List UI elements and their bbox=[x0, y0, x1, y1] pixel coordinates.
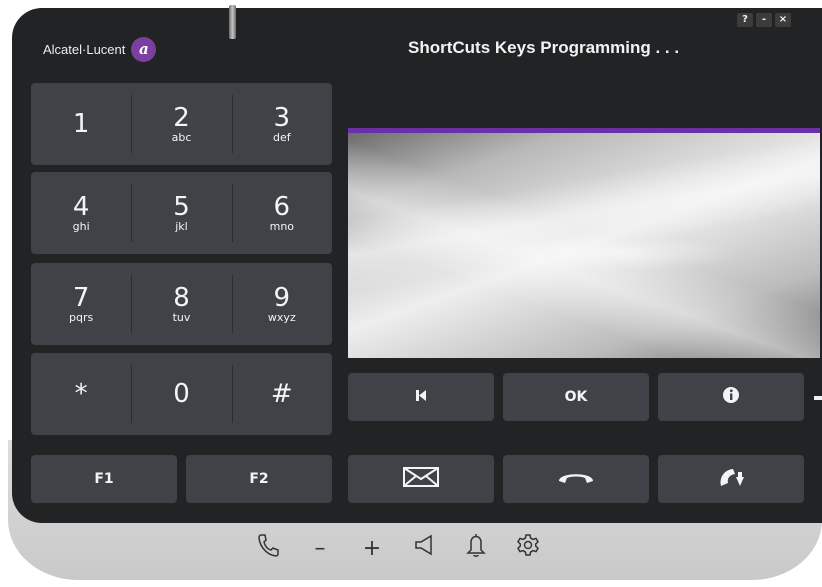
speaker-icon bbox=[414, 534, 434, 562]
volume-down-button[interactable]: – bbox=[294, 533, 346, 563]
key-letters: ghi bbox=[72, 219, 90, 233]
key-digit: 4 bbox=[72, 191, 90, 222]
key-8[interactable]: 8 tuv bbox=[131, 263, 231, 345]
display-screen bbox=[348, 128, 820, 358]
key-digit: 5 bbox=[173, 191, 190, 222]
info-icon bbox=[722, 386, 740, 408]
handset-button[interactable] bbox=[242, 533, 294, 563]
key-0[interactable]: 0 bbox=[131, 353, 231, 435]
brand-name: Alcatel·Lucent bbox=[43, 41, 126, 57]
f1-button[interactable]: F1 bbox=[31, 455, 177, 503]
key-digit: 1 bbox=[72, 108, 90, 139]
window-title: ShortCuts Keys Programming . . . bbox=[408, 38, 680, 57]
minimize-button[interactable]: - bbox=[756, 13, 772, 27]
keypad-row-4: * 0 # bbox=[31, 353, 332, 435]
settings-button[interactable] bbox=[502, 533, 554, 563]
keypad-row-2: 4 ghi 5 jkl 6 mno bbox=[31, 172, 332, 254]
key-3[interactable]: 3 def bbox=[231, 83, 332, 165]
key-letters: tuv bbox=[172, 310, 191, 324]
info-button[interactable] bbox=[658, 373, 804, 421]
key-digit: 8 bbox=[173, 282, 190, 313]
key-digit: * bbox=[74, 378, 88, 409]
key-digit: 9 bbox=[273, 282, 291, 313]
redial-button[interactable] bbox=[658, 455, 804, 503]
ok-button[interactable]: OK bbox=[503, 373, 649, 421]
bell-icon bbox=[466, 532, 486, 564]
phone-device: Alcatel·Lucent a ShortCuts Keys Programm… bbox=[0, 0, 822, 587]
antenna bbox=[229, 5, 236, 39]
brand-logo: Alcatel·Lucent a bbox=[43, 36, 157, 62]
ringer-button[interactable] bbox=[450, 533, 502, 563]
settings-icon bbox=[516, 533, 540, 563]
key-letters: wxyz bbox=[267, 310, 296, 324]
envelope-icon bbox=[403, 467, 439, 491]
key-star[interactable]: * bbox=[31, 353, 131, 435]
key-digit: 7 bbox=[72, 282, 90, 313]
volume-up-button[interactable]: + bbox=[346, 533, 398, 563]
key-6[interactable]: 6 mno bbox=[231, 172, 332, 254]
skip-back-icon bbox=[415, 389, 427, 406]
handset-icon bbox=[257, 533, 279, 563]
f2-button[interactable]: F2 bbox=[186, 455, 332, 503]
key-2[interactable]: 2 abc bbox=[131, 83, 231, 165]
keypad-row-3: 7 pqrs 8 tuv 9 wxyz bbox=[31, 263, 332, 345]
side-notch bbox=[814, 396, 822, 400]
key-digit: 0 bbox=[173, 378, 190, 409]
close-button[interactable]: × bbox=[775, 13, 791, 27]
window-controls: ? - × bbox=[737, 13, 791, 27]
key-letters: def bbox=[273, 130, 291, 144]
volume-down-icon: – bbox=[314, 535, 326, 561]
key-digit: 2 bbox=[173, 102, 190, 133]
volume-up-icon: + bbox=[362, 535, 382, 561]
redial-icon bbox=[717, 466, 745, 492]
key-4[interactable]: 4 ghi bbox=[31, 172, 131, 254]
key-letters: abc bbox=[171, 130, 192, 144]
keypad-row-1: 1 2 abc 3 def bbox=[31, 83, 332, 165]
key-letters: jkl bbox=[175, 219, 188, 233]
key-letters: mno bbox=[269, 219, 295, 233]
key-hash[interactable]: # bbox=[231, 353, 332, 435]
key-letters: pqrs bbox=[69, 310, 94, 324]
key-digit: 6 bbox=[273, 191, 291, 222]
help-button[interactable]: ? bbox=[737, 13, 753, 27]
hang-up-icon bbox=[556, 469, 596, 489]
key-1[interactable]: 1 bbox=[31, 83, 131, 165]
message-button[interactable] bbox=[348, 455, 494, 503]
speaker-button[interactable] bbox=[398, 533, 450, 563]
key-7[interactable]: 7 pqrs bbox=[31, 263, 131, 345]
back-button[interactable] bbox=[348, 373, 494, 421]
hang-up-button[interactable] bbox=[503, 455, 649, 503]
key-digit: 3 bbox=[273, 102, 291, 133]
key-digit: # bbox=[270, 378, 293, 409]
key-9[interactable]: 9 wxyz bbox=[231, 263, 332, 345]
alcatel-logo-icon: a bbox=[131, 36, 157, 62]
key-5[interactable]: 5 jkl bbox=[131, 172, 231, 254]
bottom-toolbar: – + bbox=[242, 533, 554, 563]
